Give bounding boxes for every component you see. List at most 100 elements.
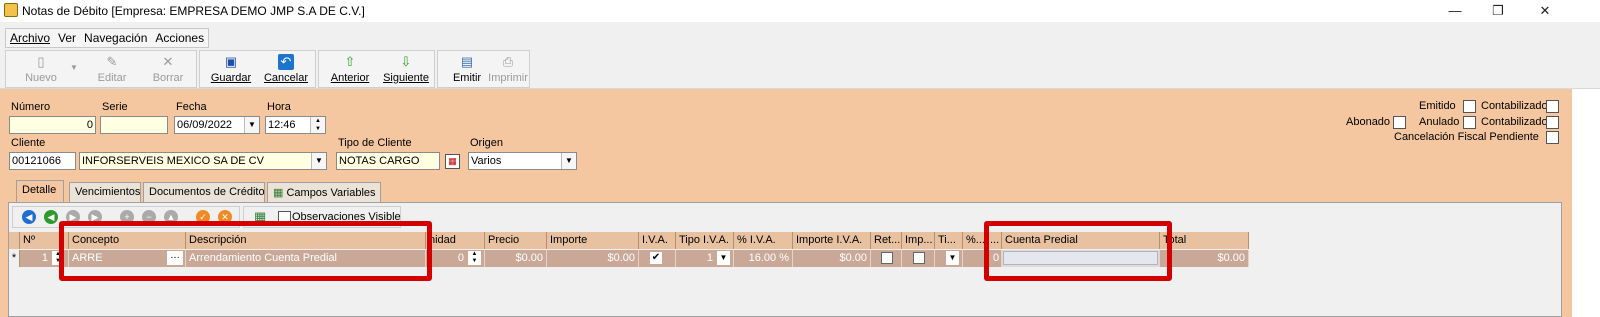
borrar-button[interactable]: ✕ Borrar [148, 52, 188, 88]
hora-value: 12:46 [268, 119, 296, 131]
contabilizado-checkbox[interactable] [1546, 100, 1559, 113]
tab-detalle[interactable]: Detalle [16, 180, 64, 202]
tab-campos-variables[interactable]: ▦ Campos Variables [267, 182, 381, 202]
ret-checkbox[interactable] [881, 252, 893, 264]
menu-acciones[interactable]: Acciones [155, 31, 204, 45]
spinner-icon[interactable]: ▲ ▼ [468, 251, 481, 265]
numero-field[interactable]: 0 [9, 116, 96, 134]
document-icon: ▤ [460, 54, 474, 69]
right-scroll-strip [1572, 89, 1600, 317]
contabilizado-label: Contabilizado [1481, 100, 1548, 112]
delete-icon: ✕ [162, 54, 174, 69]
col-header-importe[interactable]: Importe [547, 232, 639, 249]
edit-icon: ✎ [106, 54, 118, 69]
nuevo-button[interactable]: ▯ Nuevo [20, 52, 62, 88]
menu-bar [0, 22, 1600, 49]
nuevo-dropdown-icon[interactable]: ▼ [70, 63, 78, 72]
origen-select[interactable]: Varios ▼ [468, 152, 577, 170]
undo-icon: ↶ [278, 54, 294, 70]
col-header-importe-iva[interactable]: Importe I.V.A. [793, 232, 871, 249]
col-header-ti[interactable]: Ti... [935, 232, 963, 249]
cancelar-label: Cancelar [263, 72, 309, 84]
spinner-icon[interactable]: ▲ ▼ [310, 117, 325, 133]
highlight-concepto-descripcion [59, 221, 432, 281]
row-tipo-iva[interactable]: 1 ▼ [676, 250, 734, 267]
highlight-cuenta-predial [984, 221, 1172, 281]
chevron-down-icon[interactable]: ▼ [311, 153, 326, 169]
col-header-iva[interactable]: I.V.A. [639, 232, 676, 249]
close-button[interactable]: ✕ [1530, 2, 1560, 20]
contabilizado-anulado-label: Contabilizado [1481, 116, 1548, 128]
anterior-button[interactable]: ⇧ Anterior [328, 52, 372, 88]
hora-field[interactable]: 12:46 ▲ ▼ [265, 116, 326, 134]
table-icon: ▦ [273, 187, 284, 199]
emitir-button[interactable]: ▤ Emitir [450, 52, 484, 88]
abonado-label: Abonado [1346, 116, 1391, 128]
col-header-ret[interactable]: Ret... [871, 232, 902, 249]
menu-archivo[interactable]: Archivo [10, 31, 50, 45]
row-unidad[interactable]: 0 ▲ ▼ [426, 250, 485, 267]
maximize-button[interactable]: ❐ [1483, 2, 1513, 20]
chevron-down-icon[interactable]: ▼ [561, 153, 576, 169]
row-marker: * [9, 250, 20, 267]
editar-button[interactable]: ✎ Editar [92, 52, 132, 88]
menu-navegacion[interactable]: Navegación [84, 31, 147, 45]
row-importe-iva[interactable]: $0.00 [793, 250, 871, 267]
serie-field[interactable] [100, 116, 168, 134]
chevron-down-icon[interactable]: ▼ [244, 117, 259, 133]
cliente-name-select[interactable]: INFORSERVEIS MEXICO SA DE CV ▼ [79, 152, 327, 170]
check-icon[interactable]: ✔ [650, 252, 662, 264]
siguiente-button[interactable]: ⇩ Siguiente [381, 52, 431, 88]
col-header-tipo-iva[interactable]: Tipo I.V.A. [676, 232, 734, 249]
previous-record-icon[interactable]: ◀ [44, 210, 58, 224]
tab-vencimientos[interactable]: Vencimientos [69, 182, 141, 202]
first-record-icon[interactable]: ◀ [22, 210, 36, 224]
row-pct-iva[interactable]: 16.00 % [734, 250, 793, 267]
col-header-pct-iva[interactable]: % I.V.A. [734, 232, 793, 249]
row-precio[interactable]: $0.00 [485, 250, 547, 267]
col-header-total[interactable]: Total [1160, 232, 1249, 249]
tab-campos-variables-label: Campos Variables [286, 187, 376, 199]
guardar-button[interactable]: ▣ Guardar [208, 52, 254, 88]
col-header-imp[interactable]: Imp... [902, 232, 935, 249]
cancelacion-checkbox[interactable] [1546, 131, 1559, 144]
chevron-down-icon[interactable]: ▼ [946, 251, 959, 265]
emitido-checkbox[interactable] [1463, 100, 1476, 113]
numero-label: Número [11, 101, 51, 113]
imp-checkbox[interactable] [913, 252, 925, 264]
fecha-field[interactable]: 06/09/2022 ▼ [174, 116, 260, 134]
editar-label: Editar [97, 72, 127, 84]
nuevo-label: Nuevo [25, 72, 57, 84]
minimize-button[interactable]: — [1440, 2, 1470, 20]
app-icon [4, 3, 18, 17]
imprimir-button[interactable]: ⎙ Imprimir [488, 52, 528, 88]
menu-ver[interactable]: Ver [58, 31, 76, 45]
row-unidad-value: 0 [457, 252, 464, 264]
row-ti[interactable]: ▼ [935, 250, 963, 267]
col-header-precio[interactable]: Precio [485, 232, 547, 249]
cancelar-button[interactable]: ↶ Cancelar [262, 52, 310, 88]
lookup-icon[interactable]: ▦ [445, 154, 460, 169]
tab-documentos-credito[interactable]: Documentos de Crédito [143, 182, 265, 202]
row-iva[interactable]: ✔ [639, 250, 676, 267]
row-importe[interactable]: $0.00 [547, 250, 639, 267]
serie-label: Serie [102, 101, 128, 113]
anulado-label: Anulado [1419, 116, 1460, 128]
tipo-cliente-label: Tipo de Cliente [338, 137, 412, 149]
chevron-down-icon[interactable]: ▼ [717, 251, 730, 265]
tipo-cliente-field[interactable]: NOTAS CARGO [336, 152, 440, 170]
cliente-code-field[interactable]: 00121066 [9, 152, 76, 170]
contabilizado-anulado-checkbox[interactable] [1546, 116, 1559, 129]
abonado-checkbox[interactable] [1393, 116, 1406, 129]
printer-icon: ⎙ [502, 54, 514, 69]
arrow-down-icon: ⇩ [400, 54, 412, 69]
anulado-checkbox[interactable] [1463, 116, 1476, 129]
col-header-row-marker [9, 232, 20, 249]
anterior-label: Anterior [330, 72, 370, 84]
col-header-unidad[interactable]: nidad [426, 232, 485, 249]
row-num-value: 1 [41, 252, 48, 264]
cliente-name-value: INFORSERVEIS MEXICO SA DE CV [82, 155, 264, 167]
row-tipo-iva-value: 1 [706, 252, 713, 264]
new-document-icon: ▯ [37, 54, 45, 69]
row-total[interactable]: $0.00 [1160, 250, 1249, 267]
